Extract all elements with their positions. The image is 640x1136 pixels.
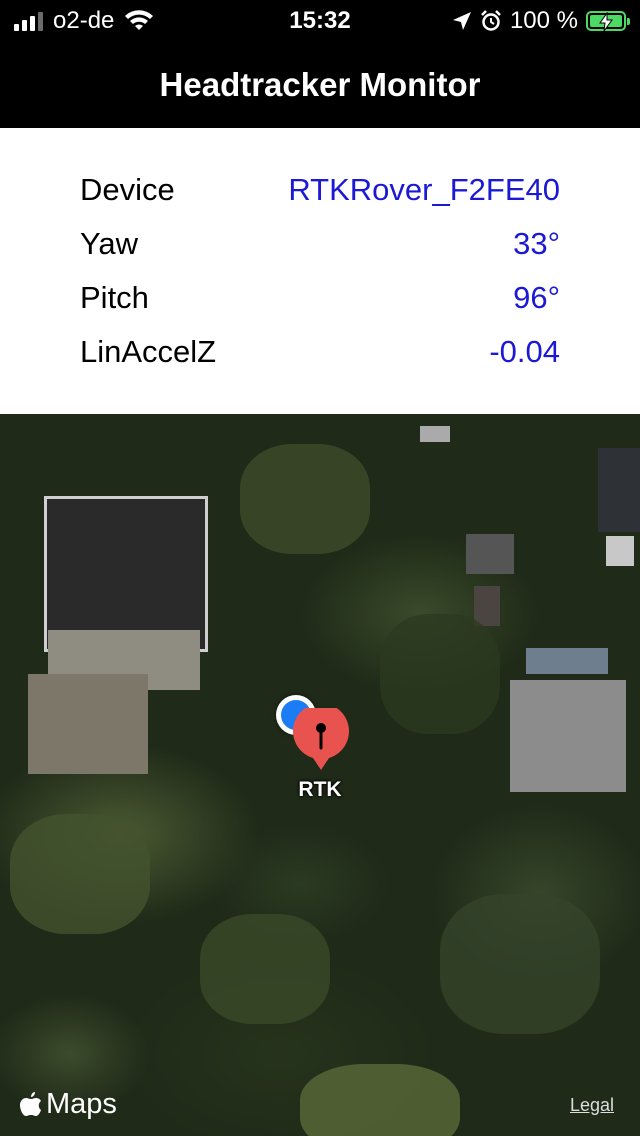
info-row-yaw: Yaw 33° bbox=[80, 226, 560, 280]
map-pin-label: RTK bbox=[298, 778, 342, 801]
page-title: Headtracker Monitor bbox=[159, 66, 481, 103]
info-value: 33° bbox=[513, 226, 560, 261]
sensor-info-panel: Device RTKRover_F2FE40 Yaw 33° Pitch 96°… bbox=[0, 128, 640, 414]
tree-canopy bbox=[10, 814, 150, 934]
legal-link[interactable]: Legal bbox=[570, 1095, 614, 1116]
info-value: 96° bbox=[513, 280, 560, 315]
shed-roof bbox=[420, 426, 450, 442]
apple-logo-icon bbox=[20, 1092, 41, 1116]
alarm-icon bbox=[481, 10, 501, 31]
building-roof bbox=[510, 680, 626, 792]
maps-attribution: Maps bbox=[20, 1086, 117, 1122]
solar-panel-roof bbox=[526, 648, 608, 674]
info-label: Device bbox=[80, 172, 175, 207]
info-label: Pitch bbox=[80, 280, 149, 315]
info-row-pitch: Pitch 96° bbox=[80, 280, 560, 334]
building-roof bbox=[598, 448, 640, 532]
tree-canopy bbox=[440, 894, 600, 1034]
shed-roof bbox=[606, 536, 634, 566]
courtyard-area bbox=[28, 674, 148, 774]
info-row-device: Device RTKRover_F2FE40 bbox=[80, 172, 560, 226]
info-label: Yaw bbox=[80, 226, 139, 261]
info-value: -0.04 bbox=[489, 334, 560, 369]
navigation-bar: Headtracker Monitor bbox=[0, 40, 640, 128]
map-pin-icon[interactable] bbox=[291, 708, 351, 772]
battery-percentage: 100 % bbox=[509, 7, 578, 34]
tree-canopy bbox=[240, 444, 370, 554]
satellite-map[interactable]: RTK Maps Legal bbox=[0, 414, 640, 1136]
shed-roof bbox=[474, 586, 500, 626]
building-roof bbox=[44, 496, 208, 652]
info-row-linaccelz: LinAccelZ -0.04 bbox=[80, 334, 560, 388]
info-label: LinAccelZ bbox=[80, 334, 217, 369]
status-bar: o2-de 15:32 100 % bbox=[0, 0, 640, 40]
battery-charging-icon bbox=[586, 11, 630, 32]
info-value: RTKRover_F2FE40 bbox=[288, 172, 560, 207]
tree-canopy bbox=[380, 614, 500, 734]
lawn-area bbox=[300, 1064, 460, 1136]
location-arrow-icon bbox=[452, 12, 471, 30]
tree-canopy bbox=[200, 914, 330, 1024]
shed-roof bbox=[466, 534, 514, 574]
maps-label: Maps bbox=[46, 1087, 117, 1120]
